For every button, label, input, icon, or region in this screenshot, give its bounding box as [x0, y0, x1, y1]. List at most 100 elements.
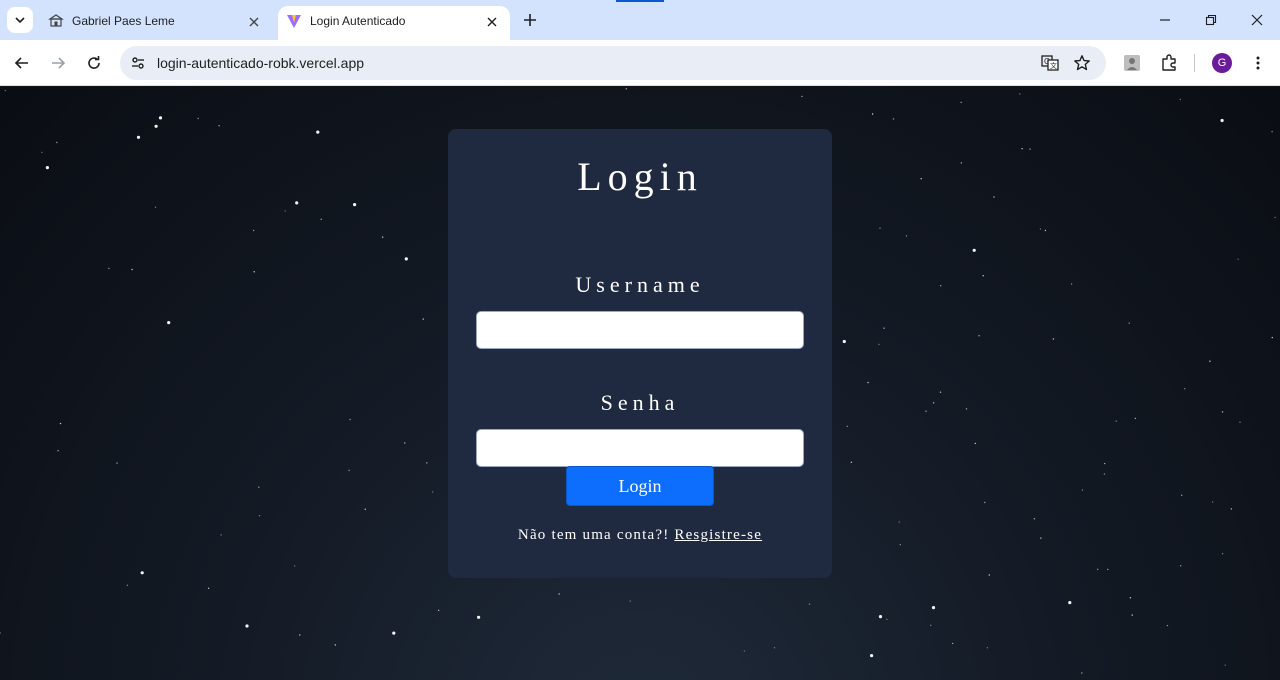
star — [158, 116, 163, 120]
star — [625, 88, 627, 90]
star — [960, 162, 963, 164]
site-info-icon[interactable] — [128, 53, 148, 73]
star — [316, 130, 320, 134]
translate-icon[interactable]: G文 — [1040, 53, 1060, 73]
star — [930, 624, 932, 626]
star — [925, 410, 927, 412]
tab-login-autenticado[interactable]: Login Autenticado — [278, 6, 510, 40]
vite-logo-icon — [286, 13, 302, 29]
star — [1081, 489, 1084, 491]
star — [1239, 421, 1241, 423]
star — [1019, 93, 1021, 95]
star — [773, 647, 776, 649]
menu-button[interactable] — [1246, 51, 1270, 75]
url-text[interactable]: login-autenticado-robk.vercel.app — [157, 55, 364, 71]
star — [1021, 148, 1023, 150]
star — [0, 632, 1, 634]
star — [1068, 601, 1072, 605]
star — [284, 210, 286, 212]
signup-question: Não tem uma conta?! — [517, 527, 670, 543]
star — [431, 491, 434, 493]
star — [154, 206, 157, 208]
star — [1224, 664, 1226, 666]
star — [1052, 338, 1055, 340]
minimize-button[interactable] — [1155, 10, 1175, 30]
star — [41, 151, 43, 154]
star — [1107, 568, 1109, 571]
star — [743, 650, 746, 652]
star — [56, 141, 58, 144]
register-link[interactable]: Resgistre-se — [674, 527, 762, 543]
bookmark-star-icon[interactable] — [1072, 53, 1092, 73]
star — [245, 624, 249, 628]
star — [870, 654, 874, 658]
star — [629, 600, 631, 602]
tab-strip-accent — [616, 0, 664, 2]
star — [1274, 216, 1276, 219]
address-bar[interactable]: login-autenticado-robk.vercel.app G文 — [120, 46, 1106, 80]
star — [1179, 98, 1182, 101]
login-button[interactable]: Login — [566, 466, 714, 506]
star — [57, 450, 59, 452]
profile-extension-icon[interactable] — [1120, 51, 1144, 75]
star — [108, 267, 110, 270]
star — [898, 521, 900, 523]
star — [931, 606, 936, 610]
arrow-right-icon — [52, 57, 66, 69]
star — [252, 229, 255, 232]
star — [1134, 417, 1137, 420]
star — [140, 571, 144, 575]
star — [1128, 322, 1130, 324]
tab-gabriel-paes-leme[interactable]: Gabriel Paes Leme — [40, 6, 272, 40]
star — [920, 178, 922, 180]
avatar[interactable]: G — [1212, 53, 1232, 73]
star — [905, 235, 908, 237]
close-tab-icon[interactable] — [482, 12, 502, 32]
star — [4, 89, 7, 92]
star — [1209, 360, 1211, 362]
star — [136, 135, 141, 139]
star — [939, 391, 942, 393]
star — [258, 486, 260, 488]
star — [334, 644, 336, 646]
new-tab-button[interactable] — [520, 10, 540, 30]
star — [218, 125, 220, 127]
tab-strip: Gabriel Paes Leme Login Autenticado — [0, 0, 1280, 40]
star — [1103, 473, 1106, 475]
extensions-icon[interactable] — [1157, 51, 1181, 75]
username-input[interactable] — [476, 311, 804, 349]
star — [883, 327, 885, 329]
back-button[interactable] — [10, 51, 34, 75]
star — [1104, 462, 1106, 465]
star — [1070, 283, 1073, 285]
star — [886, 618, 888, 621]
minimize-icon — [1160, 19, 1170, 21]
star — [842, 339, 846, 344]
star — [867, 381, 869, 384]
star — [952, 642, 954, 645]
star — [45, 166, 50, 170]
star — [1166, 624, 1169, 627]
more-vertical-icon — [1256, 56, 1260, 70]
close-tab-icon[interactable] — [244, 12, 264, 32]
star — [438, 609, 440, 612]
star — [808, 603, 811, 605]
star — [59, 422, 62, 425]
star — [972, 248, 976, 252]
star — [320, 218, 322, 220]
star — [207, 587, 210, 589]
star — [892, 118, 895, 120]
username-label: Username — [575, 272, 705, 297]
password-label: Senha — [600, 390, 680, 415]
restore-icon — [1205, 14, 1217, 26]
star — [1181, 494, 1183, 496]
star — [1115, 420, 1117, 422]
tab-search-button[interactable] — [7, 7, 33, 33]
forward-button[interactable] — [46, 51, 70, 75]
restore-button[interactable] — [1201, 10, 1221, 30]
password-input[interactable] — [476, 429, 804, 467]
star — [1220, 118, 1224, 123]
close-window-button[interactable] — [1247, 10, 1267, 30]
reload-button[interactable] — [82, 51, 106, 75]
star — [1044, 229, 1047, 232]
